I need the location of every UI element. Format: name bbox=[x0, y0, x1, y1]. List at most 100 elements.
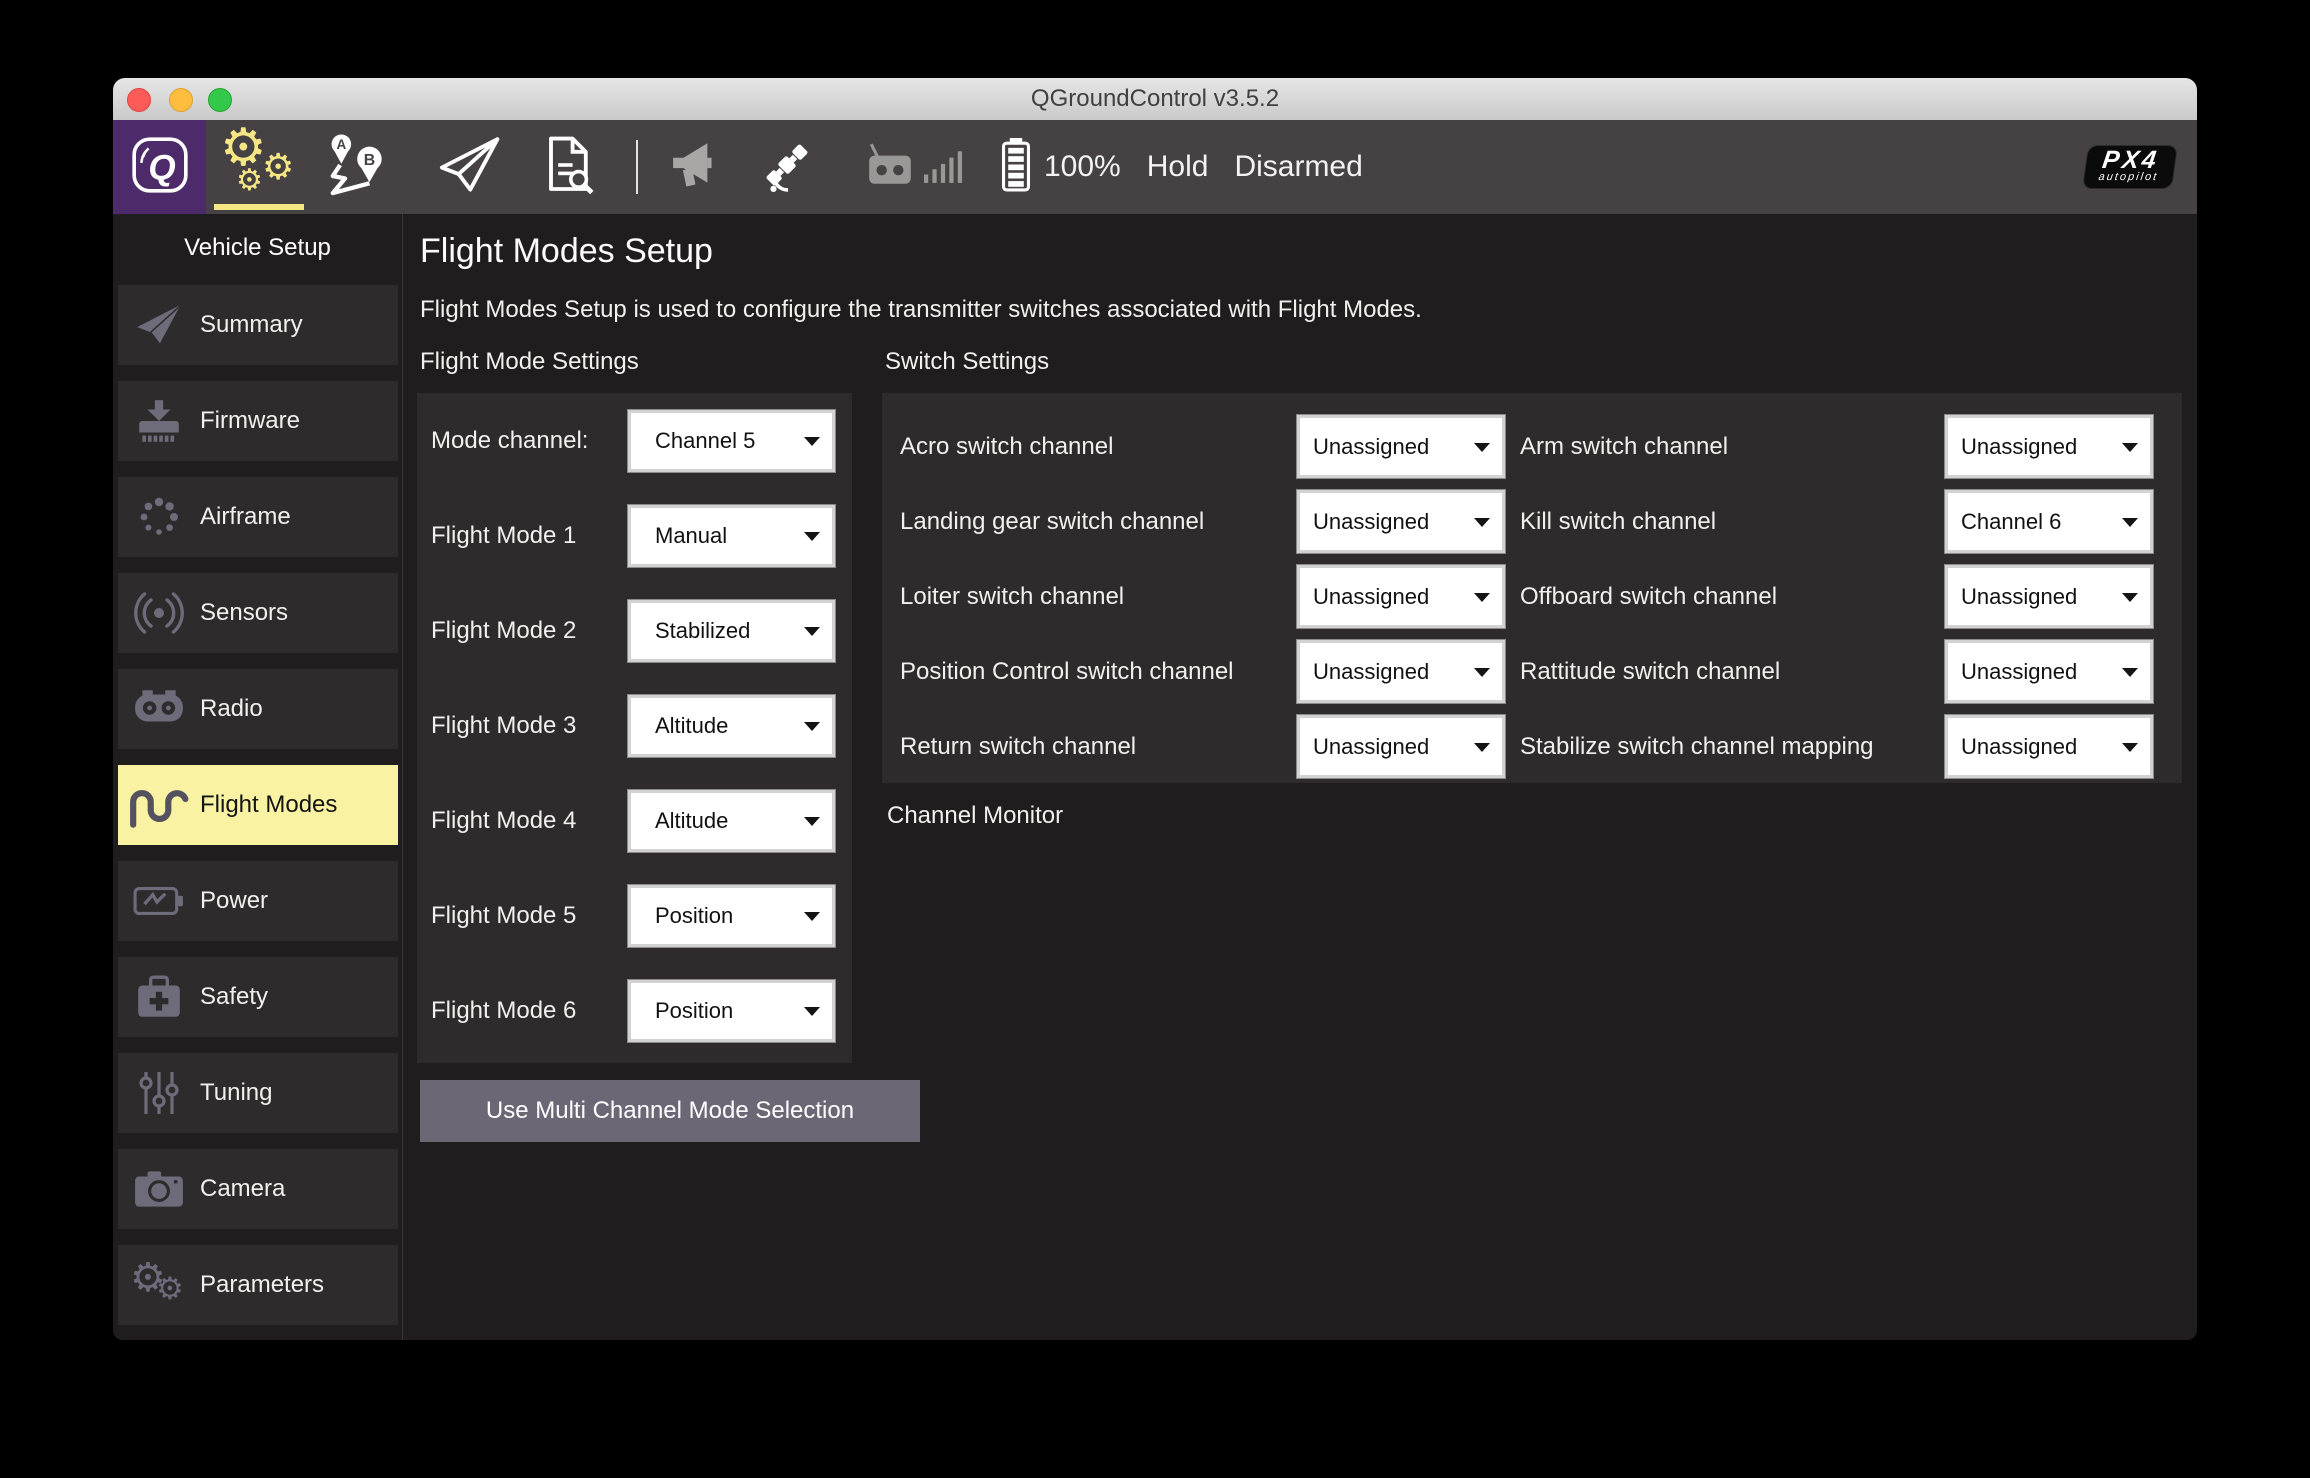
sidebar-item-camera[interactable]: Camera bbox=[118, 1149, 398, 1229]
analyze-view-button[interactable] bbox=[542, 135, 596, 200]
flight-mode-4-dropdown[interactable]: Altitude bbox=[627, 789, 836, 853]
sidebar-item-list: Summary Firmware Airframe Sensors Radio Fligh… bbox=[113, 285, 402, 1325]
rattitude-switch-dropdown[interactable]: Unassigned bbox=[1944, 639, 2154, 704]
sidebar-item-safety[interactable]: Safety bbox=[118, 957, 398, 1037]
flight-mode-3-label: Flight Mode 3 bbox=[431, 712, 577, 739]
acro-switch-label: Acro switch channel bbox=[900, 432, 1114, 460]
battery-indicator[interactable] bbox=[1000, 137, 1032, 197]
rc-remote-icon bbox=[864, 142, 916, 193]
flight-mode-indicator[interactable]: Hold bbox=[1147, 150, 1209, 184]
toolbar-divider bbox=[636, 140, 638, 194]
settings-gears-icon: ⚙ bbox=[262, 147, 295, 188]
dropdown-selected-value: Stabilized bbox=[655, 618, 751, 643]
chevron-down-icon bbox=[804, 1007, 820, 1016]
chevron-down-icon bbox=[804, 627, 820, 636]
chevron-down-icon bbox=[2122, 592, 2138, 602]
rattitude-switch-label: Rattitude switch channel bbox=[1520, 657, 1781, 685]
sidebar-item-label: Firmware bbox=[200, 407, 300, 434]
zoom-window-button[interactable] bbox=[208, 88, 232, 112]
switch-settings-heading: Switch Settings bbox=[885, 348, 1050, 375]
sidebar-item-label: Summary bbox=[200, 311, 303, 338]
page-subtitle: Flight Modes Setup is used to configure … bbox=[420, 296, 1422, 323]
minimize-window-button[interactable] bbox=[169, 88, 193, 112]
sidebar-item-airframe[interactable]: Airframe bbox=[118, 477, 398, 557]
kill-switch-dropdown[interactable]: Channel 6 bbox=[1944, 489, 2154, 554]
sidebar-item-label: Airframe bbox=[200, 503, 291, 530]
armed-state-indicator[interactable]: Disarmed bbox=[1234, 150, 1362, 184]
safety-kit-icon bbox=[118, 974, 200, 1020]
chevron-down-icon bbox=[1474, 517, 1490, 527]
power-battery-icon bbox=[118, 882, 200, 920]
window-title: QGroundControl v3.5.2 bbox=[1030, 85, 1280, 112]
flight-mode-6-label: Flight Mode 6 bbox=[431, 997, 577, 1024]
arm-switch-dropdown[interactable]: Unassigned bbox=[1944, 414, 2154, 479]
offboard-switch-dropdown[interactable]: Unassigned bbox=[1944, 564, 2154, 629]
return-switch-dropdown[interactable]: Unassigned bbox=[1296, 714, 1506, 779]
qgc-logo-icon: Q bbox=[129, 134, 191, 201]
vehicle-setup-view-button[interactable]: ⚙ ⚙ ⚙ bbox=[206, 120, 310, 214]
stabilize-switch-dropdown[interactable]: Unassigned bbox=[1944, 714, 2154, 779]
sidebar-item-label: Radio bbox=[200, 695, 263, 722]
flight-mode-2-dropdown[interactable]: Stabilized bbox=[627, 599, 836, 663]
tuning-sliders-icon bbox=[118, 1069, 200, 1117]
return-switch-label: Return switch channel bbox=[900, 732, 1137, 760]
dropdown-selected-value: Unassigned bbox=[1961, 733, 2078, 759]
qgc-home-button[interactable]: Q bbox=[113, 120, 206, 214]
flight-mode-1-dropdown[interactable]: Manual bbox=[627, 504, 836, 568]
acro-switch-dropdown[interactable]: Unassigned bbox=[1296, 414, 1506, 479]
dropdown-selected-value: Unassigned bbox=[1313, 733, 1430, 759]
sidebar-item-summary[interactable]: Summary bbox=[118, 285, 398, 365]
sidebar-header: Vehicle Setup bbox=[184, 234, 331, 261]
offboard-switch-label: Offboard switch channel bbox=[1520, 582, 1778, 610]
title-bar: QGroundControl v3.5.2 bbox=[113, 78, 2197, 121]
parameters-gears-icon: ⚙ ⚙ bbox=[130, 1255, 184, 1307]
flight-mode-2-label: Flight Mode 2 bbox=[431, 617, 577, 644]
plan-view-button[interactable]: AB bbox=[324, 132, 388, 203]
svg-text:Q: Q bbox=[148, 148, 175, 187]
rc-rssi-indicator[interactable] bbox=[864, 142, 962, 193]
vehicle-setup-sidebar: Vehicle Setup Summary Firmware Airframe Sen… bbox=[113, 214, 403, 1340]
plan-waypoints-icon: AB bbox=[324, 132, 388, 203]
sidebar-item-sensors[interactable]: Sensors bbox=[118, 573, 398, 653]
flight-mode-5-label: Flight Mode 5 bbox=[431, 902, 577, 929]
landing-gear-switch-dropdown[interactable]: Unassigned bbox=[1296, 489, 1506, 554]
chevron-down-icon bbox=[2122, 667, 2138, 677]
fly-paper-plane-icon bbox=[438, 136, 500, 199]
flight-mode-1-row: Flight Mode 1 Manual bbox=[431, 504, 836, 568]
flight-mode-4-row: Flight Mode 4 Altitude bbox=[431, 789, 836, 853]
chevron-down-icon bbox=[804, 817, 820, 826]
gps-indicator[interactable] bbox=[760, 138, 814, 197]
settings-gears-icon: ⚙ bbox=[236, 163, 263, 198]
mode-channel-dropdown[interactable]: Channel 5 bbox=[627, 409, 836, 473]
use-multi-channel-mode-selection-button[interactable]: Use Multi Channel Mode Selection bbox=[420, 1080, 920, 1142]
sidebar-item-radio[interactable]: Radio bbox=[118, 669, 398, 749]
stabilize-switch-label: Stabilize switch channel mapping bbox=[1520, 732, 1874, 760]
messages-indicator[interactable] bbox=[670, 139, 724, 196]
sidebar-item-label: Sensors bbox=[200, 599, 289, 626]
flight-mode-6-row: Flight Mode 6 Position bbox=[431, 979, 836, 1043]
sidebar-item-tuning[interactable]: Tuning bbox=[118, 1053, 398, 1133]
mode-channel-row: Mode channel: Channel 5 bbox=[431, 409, 836, 473]
close-window-button[interactable] bbox=[127, 88, 151, 112]
sidebar-item-flight-modes[interactable]: Flight Modes bbox=[118, 765, 398, 845]
sidebar-item-firmware[interactable]: Firmware bbox=[118, 381, 398, 461]
flight-mode-settings-panel: Mode channel: Channel 5 Flight Mode 1 Manua… bbox=[417, 393, 852, 1063]
sidebar-item-parameters[interactable]: ⚙ ⚙ Parameters bbox=[118, 1245, 398, 1325]
chevron-down-icon bbox=[804, 532, 820, 541]
flight-mode-5-dropdown[interactable]: Position bbox=[627, 884, 836, 948]
battery-icon bbox=[1000, 137, 1032, 197]
sidebar-item-label: Flight Modes bbox=[200, 791, 338, 818]
chevron-down-icon bbox=[1474, 592, 1490, 602]
position-control-switch-dropdown[interactable]: Unassigned bbox=[1296, 639, 1506, 704]
fly-view-button[interactable] bbox=[438, 136, 500, 199]
active-view-underline bbox=[214, 204, 304, 210]
flight-mode-2-row: Flight Mode 2 Stabilized bbox=[431, 599, 836, 663]
switch-settings-panel: Acro switch channel Unassigned Arm switch … bbox=[882, 393, 2182, 783]
airframe-spinner-icon bbox=[118, 493, 200, 541]
flight-mode-6-dropdown[interactable]: Position bbox=[627, 979, 836, 1043]
loiter-switch-dropdown[interactable]: Unassigned bbox=[1296, 564, 1506, 629]
channel-monitor-heading: Channel Monitor bbox=[887, 802, 1064, 829]
megaphone-icon bbox=[670, 139, 724, 196]
flight-mode-3-dropdown[interactable]: Altitude bbox=[627, 694, 836, 758]
sidebar-item-power[interactable]: Power bbox=[118, 861, 398, 941]
